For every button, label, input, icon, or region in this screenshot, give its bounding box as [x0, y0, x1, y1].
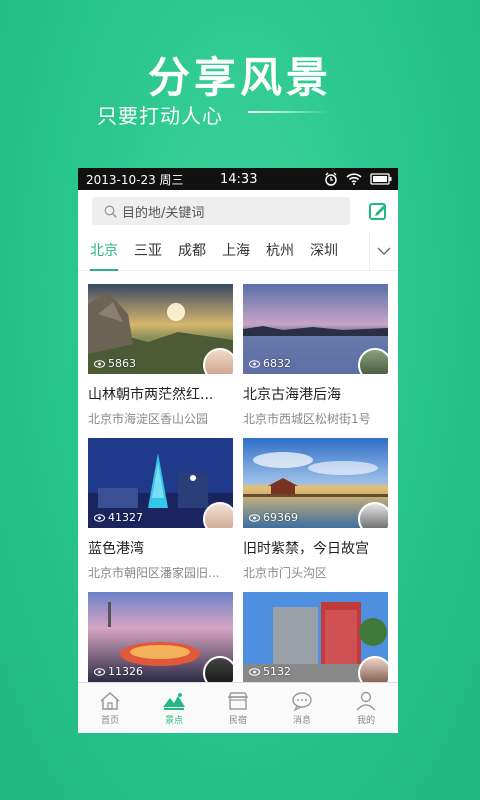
eye-icon [94, 513, 105, 522]
view-count: 69369 [249, 511, 298, 524]
eye-icon [249, 513, 260, 522]
status-date: 2013-10-23 周三 [86, 172, 184, 187]
scenic-card[interactable]: 6832 北京古海港后海 北京市西城区松树街1号 [243, 284, 388, 427]
search-icon [104, 205, 117, 218]
tab-label: 我的 [356, 715, 375, 726]
tab-label: 首页 [100, 715, 119, 726]
edit-icon[interactable] [368, 201, 388, 221]
scenic-card[interactable]: 11326 [88, 592, 233, 682]
battery-icon [370, 173, 392, 185]
avatar[interactable] [203, 502, 233, 528]
city-tab-beijing[interactable]: 北京 [90, 232, 118, 271]
search-placeholder: 目的地/关键词 [122, 205, 205, 221]
card-title: 蓝色港湾 [88, 541, 144, 557]
hero-title: 分享风景 [147, 53, 332, 102]
city-tab-chengdu[interactable]: 成都 [178, 232, 206, 270]
card-address: 北京市门头沟区 [243, 566, 328, 580]
view-count: 5863 [94, 357, 136, 370]
scenic-card[interactable]: 5132 [243, 592, 388, 682]
shop-icon [227, 691, 249, 710]
mountain-icon [163, 692, 185, 710]
card-image: 11326 [88, 592, 233, 682]
eye-icon [249, 667, 260, 676]
avatar[interactable] [203, 348, 233, 374]
avatar[interactable] [358, 502, 388, 528]
status-bar: 2013-10-23 周三 14:33 [78, 168, 398, 190]
card-title: 北京古海港后海 [243, 387, 341, 403]
chevron-down-icon [377, 247, 391, 255]
tab-label: 消息 [292, 715, 311, 726]
status-time: 14:33 [220, 171, 258, 187]
city-tab-shanghai[interactable]: 上海 [222, 232, 250, 270]
hero-subtitle: 只要打动人心 [97, 104, 223, 128]
scenic-card[interactable]: 5863 山林朝市两茫然红... 北京市海淀区香山公园 [88, 284, 233, 427]
tab-profile[interactable]: 我的 [334, 683, 398, 733]
tab-label: 景点 [164, 715, 183, 726]
view-count: 41327 [94, 511, 143, 524]
view-count-value: 5863 [108, 357, 136, 370]
tab-label: 民宿 [228, 715, 247, 726]
city-tab-shenzhen[interactable]: 深圳 [310, 232, 338, 270]
card-image: 6832 [243, 284, 388, 374]
city-tab-sanya[interactable]: 三亚 [134, 232, 162, 270]
view-count-value: 11326 [108, 665, 143, 678]
tab-home[interactable]: 首页 [78, 683, 142, 733]
phone-screen: 2013-10-23 周三 14:33 目的地/关键词 北京 三亚 成都 上海 … [78, 168, 398, 733]
card-title: 旧时紫禁，今日故宫 [243, 541, 369, 557]
search-input[interactable]: 目的地/关键词 [92, 197, 350, 225]
bottom-tab-bar: 首页 景点 民宿 消息 我的 [78, 682, 398, 733]
card-address: 北京市西城区松树街1号 [243, 412, 371, 426]
eye-icon [249, 359, 260, 368]
avatar[interactable] [358, 348, 388, 374]
card-address: 北京市海淀区香山公园 [88, 412, 209, 426]
city-tabs: 北京 三亚 成都 上海 杭州 深圳 [78, 232, 398, 271]
home-icon [100, 691, 120, 710]
city-more-button[interactable] [369, 232, 398, 270]
view-count-value: 5132 [263, 665, 291, 678]
scenic-card[interactable]: 41327 蓝色港湾 北京市朝阳区潘家园旧... [88, 438, 233, 581]
card-image: 41327 [88, 438, 233, 528]
card-image: 5863 [88, 284, 233, 374]
avatar[interactable] [358, 656, 388, 682]
chat-icon [292, 691, 312, 711]
tab-scenic[interactable]: 景点 [142, 683, 206, 733]
avatar[interactable] [203, 656, 233, 682]
view-count-value: 41327 [108, 511, 143, 524]
tab-messages[interactable]: 消息 [270, 683, 334, 733]
search-row: 目的地/关键词 [78, 190, 398, 232]
wifi-icon [346, 173, 362, 185]
view-count: 11326 [94, 665, 143, 678]
tab-homestay[interactable]: 民宿 [206, 683, 270, 733]
scenic-card[interactable]: 69369 旧时紫禁，今日故宫 北京市门头沟区 [243, 438, 388, 581]
view-count-value: 6832 [263, 357, 291, 370]
view-count-value: 69369 [263, 511, 298, 524]
card-image: 69369 [243, 438, 388, 528]
alarm-icon [325, 172, 337, 186]
city-tab-hangzhou[interactable]: 杭州 [266, 232, 294, 270]
eye-icon [94, 359, 105, 368]
hero-decor-line [248, 111, 328, 113]
eye-icon [94, 667, 105, 676]
person-icon [356, 691, 376, 710]
view-count: 5132 [249, 665, 291, 678]
card-address: 北京市朝阳区潘家园旧... [88, 566, 220, 580]
card-image: 5132 [243, 592, 388, 682]
view-count: 6832 [249, 357, 291, 370]
card-title: 山林朝市两茫然红... [88, 387, 214, 403]
